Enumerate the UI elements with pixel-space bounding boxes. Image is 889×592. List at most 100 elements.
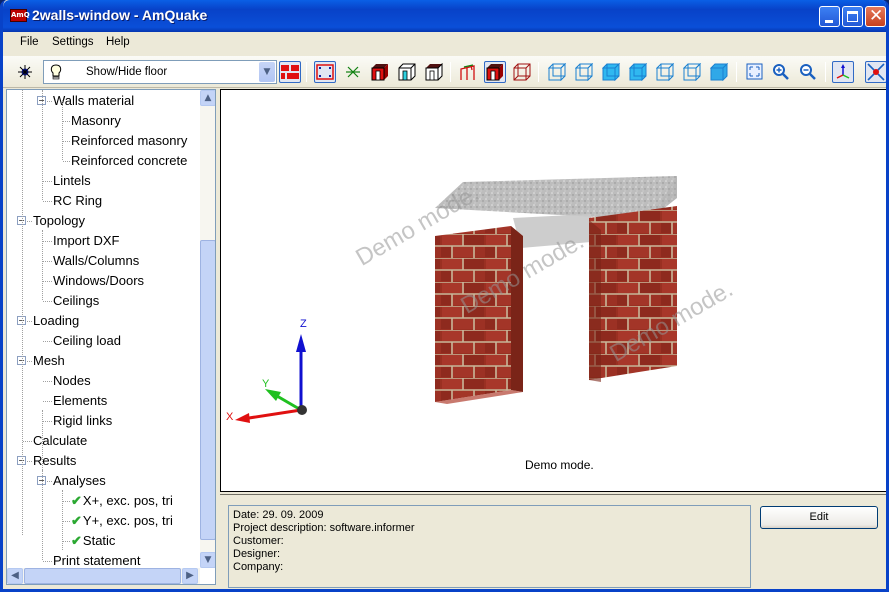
view-cube-4-button[interactable] [627, 61, 649, 83]
tree-item[interactable]: Walls/Columns [53, 252, 139, 270]
tree-item-label: Reinforced concrete [71, 153, 188, 168]
tree-item[interactable]: Windows/Doors [53, 272, 144, 290]
tree-horizontal-scrollbar[interactable]: ◀ ▶ [7, 568, 200, 584]
minimize-button[interactable] [819, 6, 840, 27]
tree-item[interactable]: Elements [53, 392, 107, 410]
chevron-down-icon[interactable]: ▼ [259, 62, 275, 82]
toolbar: Show/Hide floor ▼ [3, 56, 886, 88]
light-button[interactable] [14, 61, 36, 83]
solid-render-button[interactable] [484, 61, 506, 83]
edit-button[interactable]: Edit [760, 506, 878, 529]
scroll-left-icon[interactable]: ◀ [7, 568, 23, 584]
axis-y-label: Y [262, 378, 270, 390]
tree-item-label: Print statement [53, 553, 141, 568]
tree-vertical-scrollbar[interactable]: ▲ ▼ [200, 90, 215, 568]
outline-window-wall-cyan-icon [398, 63, 416, 81]
tree-item[interactable]: ✔Y+, exc. pos, tri [71, 512, 173, 530]
tree-item-label: Loading [33, 313, 80, 328]
checkmark-icon: ✔ [71, 513, 82, 528]
axes-button[interactable] [832, 61, 854, 83]
app-window: AmQ 2walls-window - AmQuake ✕ File Setti… [0, 0, 889, 592]
menu-settings[interactable]: Settings [52, 36, 94, 48]
outline-window-wall-cyan-button[interactable] [396, 61, 418, 83]
view-cube-3-icon [602, 63, 620, 81]
tree-item[interactable]: Nodes [53, 372, 91, 390]
tree-item-label: Ceiling load [53, 333, 121, 348]
close-icon: ✕ [869, 6, 884, 26]
tree-item[interactable]: Masonry [71, 112, 121, 130]
zoom-extents-button[interactable] [744, 61, 766, 83]
info-date: Date: 29. 09. 2009 [233, 509, 324, 521]
tree-item[interactable]: Loading [33, 312, 79, 330]
wireframe-render-button[interactable] [511, 61, 533, 83]
scroll-up-icon[interactable]: ▲ [200, 90, 215, 106]
scroll-down-icon[interactable]: ▼ [200, 552, 215, 568]
zoom-out-button[interactable] [797, 61, 819, 83]
tree-item-label: Lintels [53, 173, 91, 188]
outline-window-wall-dark-button[interactable] [423, 61, 445, 83]
node-frame-button[interactable] [314, 61, 336, 83]
tree-item[interactable]: Topology [33, 212, 85, 230]
tree-item[interactable]: Results [33, 452, 76, 470]
title-bar[interactable]: AmQ 2walls-window - AmQuake ✕ [3, 0, 886, 32]
tree-item[interactable]: Analyses [53, 472, 106, 490]
maximize-button[interactable] [842, 6, 863, 27]
view-iso-button[interactable] [708, 61, 730, 83]
close-button[interactable]: ✕ [865, 6, 886, 27]
wireframe-render-icon [513, 63, 531, 81]
amquake-logo-icon[interactable]: AmQ [10, 9, 30, 22]
view-cube-2-button[interactable] [573, 61, 595, 83]
minimize-icon [825, 20, 833, 23]
view-cube-4-icon [629, 63, 647, 81]
tree-item[interactable]: ✔Static [71, 532, 115, 550]
light-icon [18, 65, 32, 79]
menu-help[interactable]: Help [106, 36, 130, 48]
checkmark-icon: ✔ [71, 493, 82, 508]
axis-z-label: Z [300, 318, 307, 330]
scroll-right-icon[interactable]: ▶ [182, 568, 198, 584]
menu-file[interactable]: File [20, 36, 39, 48]
info-customer: Customer: [233, 535, 284, 547]
show-hide-floor-select[interactable]: Show/Hide floor ▼ [43, 60, 277, 84]
tree-item[interactable]: Import DXF [53, 232, 119, 250]
tree-item-label: X+, exc. pos, tri [82, 493, 173, 508]
frame-load-icon [460, 64, 475, 80]
tree-item-label: Walls/Columns [53, 253, 140, 268]
solid-window-wall-button[interactable] [369, 61, 391, 83]
tree-item[interactable]: Walls material [53, 92, 134, 110]
tree-item[interactable]: Reinforced masonry [71, 132, 187, 150]
axis-x-label: X [226, 411, 234, 423]
hscroll-thumb[interactable] [24, 568, 181, 584]
tree-item-label: Analyses [53, 473, 106, 488]
checkmark-icon: ✔ [71, 533, 82, 548]
3d-viewport[interactable]: Z Y X Demo mode. Demo mode. Demo mode. D… [220, 89, 886, 492]
view-cube-5-button[interactable] [654, 61, 676, 83]
scroll-thumb[interactable] [200, 240, 215, 540]
tree-item-label: Elements [53, 393, 108, 408]
tree-item-label: Rigid links [53, 413, 113, 428]
cross-point-button[interactable] [865, 61, 886, 83]
window-title: 2walls-window - AmQuake [32, 7, 208, 23]
axis-star-button[interactable] [342, 61, 364, 83]
view-cube-6-button[interactable] [681, 61, 703, 83]
tree-item-label: Topology [33, 213, 86, 228]
tree-item-label: Import DXF [53, 233, 120, 248]
tree-item-label: Reinforced masonry [71, 133, 188, 148]
tree-item[interactable]: Lintels [53, 172, 91, 190]
tree-item[interactable]: Ceiling load [53, 332, 121, 350]
view-cube-5-icon [656, 63, 674, 81]
tree-item-label: RC Ring [53, 193, 103, 208]
solid-render-icon [486, 64, 503, 81]
frame-load-button[interactable] [457, 61, 479, 83]
view-cube-3-button[interactable] [600, 61, 622, 83]
view-cube-1-button[interactable] [546, 61, 568, 83]
tree-item[interactable]: Ceilings [53, 292, 99, 310]
tree-item[interactable]: RC Ring [53, 192, 102, 210]
tree-item[interactable]: Reinforced concrete [71, 152, 187, 170]
tree-item[interactable]: ✔X+, exc. pos, tri [71, 492, 173, 510]
zoom-in-button[interactable] [770, 61, 792, 83]
view-cube-1-icon [548, 63, 566, 81]
tree-item[interactable]: Mesh [33, 352, 65, 370]
tree-item[interactable]: Rigid links [53, 412, 112, 430]
brick-wall-button[interactable] [279, 61, 301, 83]
